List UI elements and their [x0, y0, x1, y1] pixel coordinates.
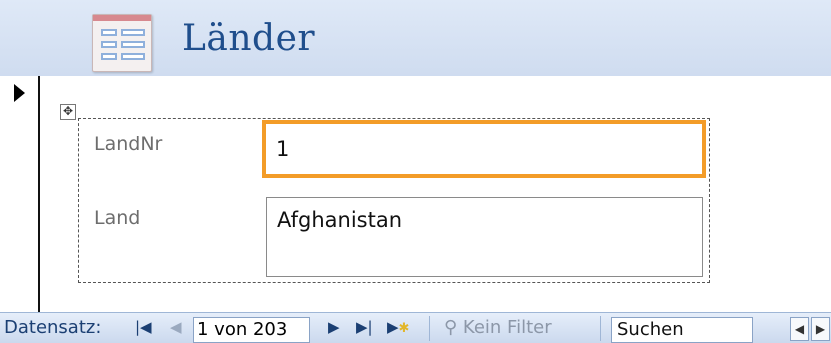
next-record-icon[interactable]: ▶ [328, 318, 340, 336]
scroll-left-icon[interactable]: ◀ [790, 317, 809, 341]
separator [600, 316, 601, 341]
new-record-icon[interactable]: ▶✱ [387, 318, 409, 338]
search-input[interactable]: Suchen [611, 317, 753, 343]
landnr-label: LandNr [94, 133, 163, 155]
current-record-arrow-icon [14, 84, 25, 102]
land-label: Land [94, 207, 141, 229]
last-record-icon[interactable]: ▶| [356, 318, 373, 336]
record-label: Datensatz: [4, 317, 102, 338]
landnr-field[interactable]: 1 [262, 120, 706, 178]
record-navigation-bar: Datensatz: |◀ ◀ 1 von 203 ▶ ▶| ▶✱ ⚲ Kein… [0, 312, 831, 343]
form-icon [92, 14, 152, 72]
move-handle-icon[interactable]: ✥ [60, 104, 76, 120]
land-field[interactable]: Afghanistan [266, 197, 703, 277]
filter-toggle[interactable]: ⚲ Kein Filter [444, 317, 552, 338]
scroll-right-icon[interactable]: ▶ [811, 317, 830, 341]
filter-icon: ⚲ [444, 317, 458, 338]
filter-label: Kein Filter [462, 317, 552, 338]
form-title: Länder [182, 18, 316, 59]
previous-record-icon[interactable]: ◀ [170, 318, 182, 336]
record-selector[interactable] [0, 76, 40, 312]
separator [429, 316, 430, 341]
first-record-icon[interactable]: |◀ [135, 318, 152, 336]
form-header: Länder [0, 0, 831, 76]
record-number-input[interactable]: 1 von 203 [193, 317, 310, 343]
